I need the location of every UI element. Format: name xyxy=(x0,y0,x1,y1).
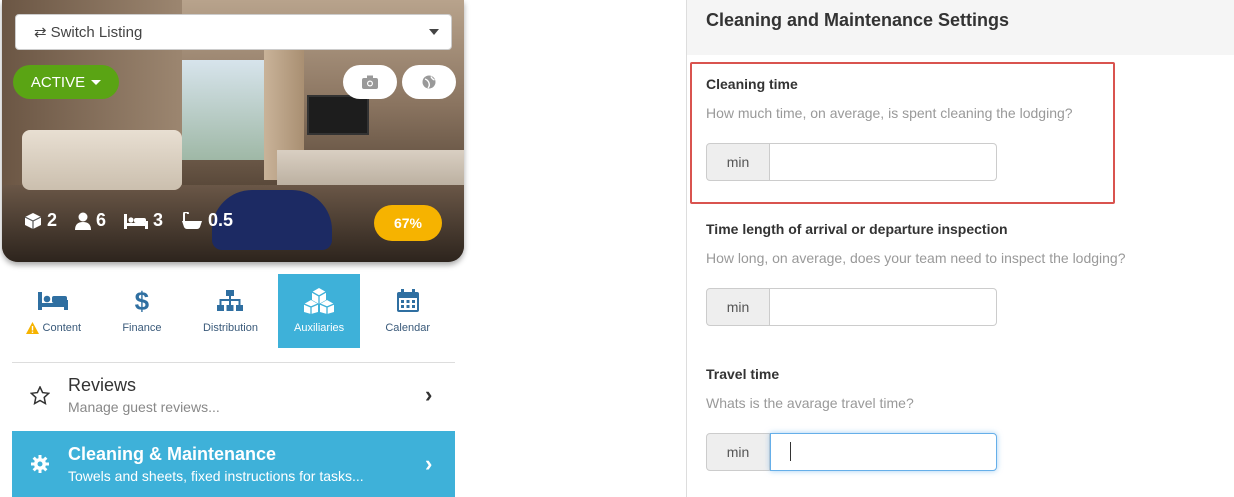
switch-listing-label: Switch Listing xyxy=(50,23,143,41)
status-dropdown[interactable]: ACTIVE xyxy=(13,65,119,99)
cubes-icon xyxy=(303,288,335,314)
inspection-time-input-group: min xyxy=(706,288,997,326)
baths-count: 0.5 xyxy=(208,210,234,230)
chevron-right-icon: › xyxy=(425,451,433,476)
calendar-icon xyxy=(396,289,419,312)
tab-calendar[interactable]: Calendar xyxy=(366,274,449,348)
exchange-icon: ⇄ xyxy=(34,24,47,41)
field-label: Travel time xyxy=(706,366,780,382)
app-root: ⇄ Switch Listing ACTIVE 2 6 3 0.5 67% Co… xyxy=(0,0,1234,497)
website-button[interactable] xyxy=(402,65,456,99)
tab-finance[interactable]: $ Finance xyxy=(101,274,184,348)
travel-time-section: Travel time Whats is the avarage travel … xyxy=(706,366,1226,411)
baths-stat: 0.5 xyxy=(181,210,233,231)
sitemap-icon xyxy=(217,290,244,311)
menu-item-subtitle: Manage guest reviews... xyxy=(68,399,220,415)
menu-item-cleaning-maintenance[interactable]: Cleaning & Maintenance Towels and sheets… xyxy=(12,431,455,497)
travel-time-input-group: min xyxy=(706,433,997,471)
caret-down-icon xyxy=(429,29,439,35)
inspection-time-input[interactable] xyxy=(770,288,997,326)
tab-label: Distribution xyxy=(202,322,258,334)
switch-listing-dropdown[interactable]: ⇄ Switch Listing xyxy=(15,14,452,50)
camera-icon xyxy=(362,75,378,89)
travel-time-input[interactable] xyxy=(770,433,997,471)
field-description: Whats is the avarage travel time? xyxy=(706,395,914,411)
bed-icon xyxy=(38,292,69,310)
panel-title: Cleaning and Maintenance Settings xyxy=(687,0,1234,55)
section-tabs: Content $ Finance Distribution Auxiliari… xyxy=(12,274,455,350)
cube-icon xyxy=(24,212,42,229)
tab-label: Calendar xyxy=(385,322,430,334)
bath-icon xyxy=(182,211,203,229)
tab-distribution[interactable]: Distribution xyxy=(189,274,272,348)
text-cursor xyxy=(790,442,791,461)
beds-count: 3 xyxy=(153,210,164,230)
tab-content[interactable]: Content xyxy=(12,274,95,348)
unit-addon: min xyxy=(706,288,770,326)
user-icon xyxy=(75,212,92,230)
unit-addon: min xyxy=(706,433,770,471)
caret-down-icon xyxy=(91,79,102,85)
inspection-time-section: Time length of arrival or departure insp… xyxy=(706,221,1226,266)
listing-sidebar: ⇄ Switch Listing ACTIVE 2 6 3 0.5 67% Co… xyxy=(0,0,466,497)
rooms-stat: 2 xyxy=(24,210,57,231)
panel-divider xyxy=(686,0,687,497)
tab-label: Finance xyxy=(122,322,162,334)
menu-item-reviews[interactable]: Reviews Manage guest reviews... › xyxy=(12,362,455,428)
tab-auxiliaries[interactable]: Auxiliaries xyxy=(277,274,361,348)
field-label: Time length of arrival or departure insp… xyxy=(706,221,1008,237)
globe-icon xyxy=(422,75,436,89)
photos-button[interactable] xyxy=(343,65,397,99)
tab-label: Auxiliaries xyxy=(294,322,345,334)
guests-count: 6 xyxy=(96,210,107,230)
warning-icon xyxy=(25,322,39,334)
field-description: How long, on average, does your team nee… xyxy=(706,250,1126,266)
completion-badge: 67% xyxy=(374,205,442,241)
menu-item-subtitle: Towels and sheets, fixed instructions fo… xyxy=(68,468,364,484)
listing-stats: 2 6 3 0.5 xyxy=(24,210,233,231)
bed-icon xyxy=(124,213,149,229)
highlight-box xyxy=(690,62,1115,204)
rooms-count: 2 xyxy=(47,210,58,230)
menu-item-title: Reviews xyxy=(68,375,137,395)
dollar-icon: $ xyxy=(134,285,150,316)
beds-stat: 3 xyxy=(124,210,163,231)
star-icon xyxy=(30,385,50,405)
menu-item-title: Cleaning & Maintenance xyxy=(68,444,277,464)
gear-icon xyxy=(31,455,49,473)
chevron-right-icon: › xyxy=(425,382,433,407)
guests-stat: 6 xyxy=(75,210,106,231)
tab-label: Content xyxy=(42,322,82,334)
status-label: ACTIVE xyxy=(30,73,86,91)
